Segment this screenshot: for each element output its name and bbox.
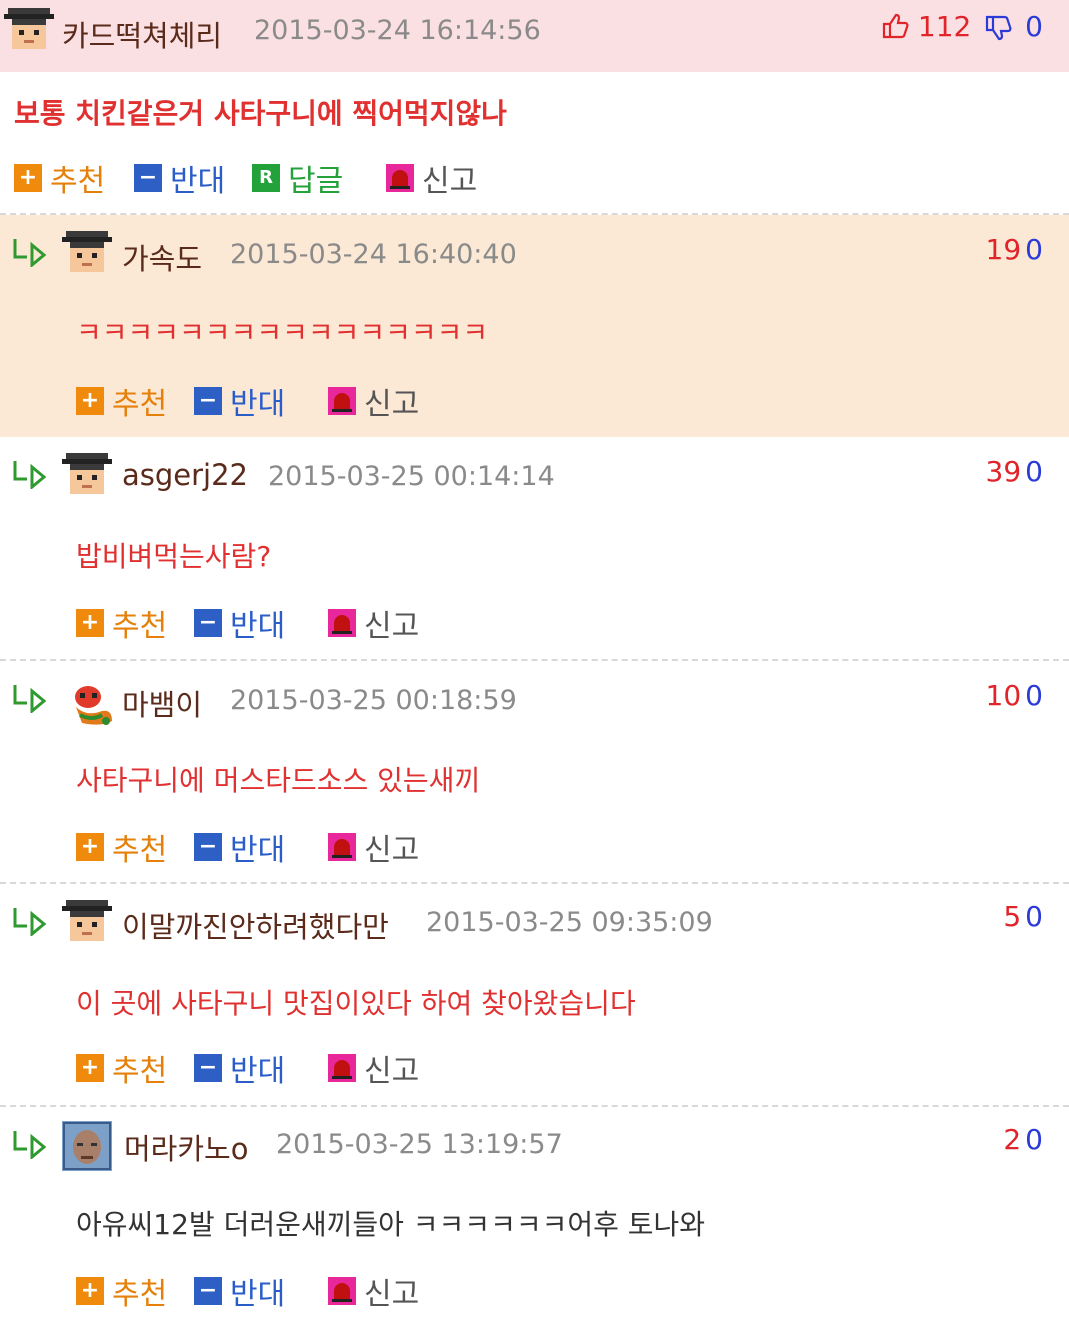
report-label: 신고 bbox=[364, 833, 420, 868]
reply-comment: asgerj22 2015-03-25 00:14:14 39 0 밥비벼먹는사람… bbox=[0, 437, 1069, 659]
minus-icon: − bbox=[134, 164, 162, 192]
oppose-label: 반대 bbox=[230, 1054, 286, 1089]
comment-actions: + 추천 − 반대 신고 bbox=[76, 1273, 476, 1312]
up-count: 2 bbox=[1003, 1123, 1022, 1156]
oppose-label: 반대 bbox=[170, 164, 226, 199]
vote-counts: 50 bbox=[1003, 900, 1043, 933]
down-count: 0 bbox=[1025, 900, 1043, 933]
photo-avatar bbox=[62, 1121, 112, 1171]
siren-icon bbox=[328, 609, 356, 637]
comment-best: 카드떡쳐체리 2015-03-24 16:14:56 112 0 보통 치킨같은… bbox=[0, 0, 1069, 214]
minus-icon: − bbox=[194, 1054, 222, 1082]
oppose-label: 반대 bbox=[230, 1277, 286, 1312]
plus-icon: + bbox=[76, 1054, 104, 1082]
report-label: 신고 bbox=[364, 1277, 420, 1312]
vote-counts: 39 0 bbox=[986, 455, 1043, 488]
reply-comment: 머라카노o 2015-03-25 13:19:57 20 아유씨12발 더러운새… bbox=[0, 1107, 1069, 1327]
minus-icon: − bbox=[194, 609, 222, 637]
report-label: 신고 bbox=[422, 164, 478, 199]
plus-icon: + bbox=[14, 164, 42, 192]
thumb-down-icon bbox=[986, 15, 1012, 41]
comment-text: 아유씨12발 더러운새끼들아 ㅋㅋㅋㅋㅋㅋ어후 토나와 bbox=[76, 1208, 706, 1241]
siren-icon bbox=[386, 164, 414, 192]
reply-arrow-icon bbox=[13, 1131, 47, 1159]
down-count: 0 bbox=[1025, 1123, 1043, 1156]
down-count: 0 bbox=[1025, 233, 1043, 266]
comment-text: ㅋㅋㅋㅋㅋㅋㅋㅋㅋㅋㅋㅋㅋㅋㅋㅋ bbox=[76, 316, 489, 349]
down-count: 0 bbox=[1025, 10, 1043, 43]
comment-actions: + 추천 − 반대 신고 bbox=[76, 605, 476, 644]
comment-date: 2015-03-25 13:19:57 bbox=[276, 1129, 563, 1160]
oppose-label: 반대 bbox=[230, 387, 286, 422]
comment-date: 2015-03-24 16:14:56 bbox=[254, 15, 541, 46]
oppose-label: 반대 bbox=[230, 609, 286, 644]
reply-arrow-icon bbox=[13, 908, 47, 936]
recommend-label: 추천 bbox=[112, 387, 168, 422]
reply-r-icon: R bbox=[252, 164, 280, 192]
recommend-label: 추천 bbox=[112, 609, 168, 644]
plus-icon: + bbox=[76, 833, 104, 861]
comment-author[interactable]: 머라카노o bbox=[124, 1126, 248, 1168]
comment-date: 2015-03-24 16:40:40 bbox=[230, 239, 517, 270]
report-label: 신고 bbox=[364, 1054, 420, 1089]
comment-author[interactable]: 이말까진안하려했다만 bbox=[122, 904, 389, 946]
up-count: 39 bbox=[985, 455, 1022, 488]
comment-author[interactable]: asgerj22 bbox=[122, 458, 248, 492]
reply-comment: 마뱀이 2015-03-25 00:18:59 10 0 사타구니에 머스타드소스… bbox=[0, 661, 1069, 883]
comment-date: 2015-03-25 00:18:59 bbox=[230, 685, 517, 716]
siren-icon bbox=[328, 1054, 356, 1082]
siren-icon bbox=[328, 833, 356, 861]
reply-label: 답글 bbox=[288, 164, 344, 199]
comment-actions: + 추천 − 반대 R 답글 신고 bbox=[14, 160, 534, 199]
vote-counts: 20 bbox=[1003, 1123, 1043, 1156]
plus-icon: + bbox=[76, 1277, 104, 1305]
vote-counts: 19 0 bbox=[986, 233, 1043, 266]
recommend-label: 추천 bbox=[50, 164, 106, 199]
thumb-up-icon bbox=[882, 13, 909, 39]
comment-actions: + 추천 − 반대 신고 bbox=[76, 829, 476, 868]
up-count: 19 bbox=[985, 233, 1022, 266]
up-count: 112 bbox=[917, 10, 972, 43]
report-label: 신고 bbox=[364, 387, 420, 422]
vote-counts: 10 0 bbox=[986, 679, 1043, 712]
comment-author[interactable]: 가속도 bbox=[122, 236, 202, 278]
comment-text: 사타구니에 머스타드소스 있는새끼 bbox=[76, 764, 481, 797]
up-count: 5 bbox=[1003, 900, 1022, 933]
siren-icon bbox=[328, 1277, 356, 1305]
snake-avatar bbox=[75, 686, 112, 725]
oppose-label: 반대 bbox=[230, 833, 286, 868]
comment-author[interactable]: 마뱀이 bbox=[122, 682, 202, 724]
comment-actions: + 추천 − 반대 신고 bbox=[76, 1050, 476, 1089]
comment-date: 2015-03-25 09:35:09 bbox=[426, 907, 713, 938]
comment-date: 2015-03-25 00:14:14 bbox=[268, 461, 555, 492]
report-label: 신고 bbox=[364, 609, 420, 644]
reply-comment: 이말까진안하려했다만 2015-03-25 09:35:09 50 이 곳에 사… bbox=[0, 884, 1069, 1106]
avatar bbox=[62, 453, 112, 494]
down-count: 0 bbox=[1025, 679, 1043, 712]
avatar bbox=[4, 8, 54, 49]
comment-actions: + 추천 − 반대 신고 bbox=[76, 383, 476, 422]
recommend-label: 추천 bbox=[112, 1277, 168, 1312]
reply-arrow-icon bbox=[13, 685, 47, 713]
siren-icon bbox=[328, 387, 356, 415]
avatar bbox=[62, 231, 112, 272]
recommend-label: 추천 bbox=[112, 833, 168, 868]
plus-icon: + bbox=[76, 609, 104, 637]
reply-arrow-icon bbox=[13, 461, 47, 489]
minus-icon: − bbox=[194, 833, 222, 861]
minus-icon: − bbox=[194, 1277, 222, 1305]
comment-author[interactable]: 카드떡쳐체리 bbox=[62, 13, 222, 55]
up-count: 10 bbox=[985, 679, 1022, 712]
reply-arrow-icon bbox=[13, 239, 47, 267]
down-count: 0 bbox=[1025, 455, 1043, 488]
plus-icon: + bbox=[76, 387, 104, 415]
reply-comment: 가속도 2015-03-24 16:40:40 19 0 ㅋㅋㅋㅋㅋㅋㅋㅋㅋㅋㅋㅋ… bbox=[0, 215, 1069, 437]
minus-icon: − bbox=[194, 387, 222, 415]
comment-text: 보통 치킨같은거 사타구니에 찍어먹지않나 bbox=[14, 97, 507, 130]
vote-counts: 112 0 bbox=[881, 10, 1043, 43]
avatar bbox=[62, 900, 112, 941]
comment-text: 이 곳에 사타구니 맛집이있다 하여 찾아왔습니다 bbox=[76, 987, 636, 1020]
comment-text: 밥비벼먹는사람? bbox=[76, 540, 272, 573]
recommend-label: 추천 bbox=[112, 1054, 168, 1089]
